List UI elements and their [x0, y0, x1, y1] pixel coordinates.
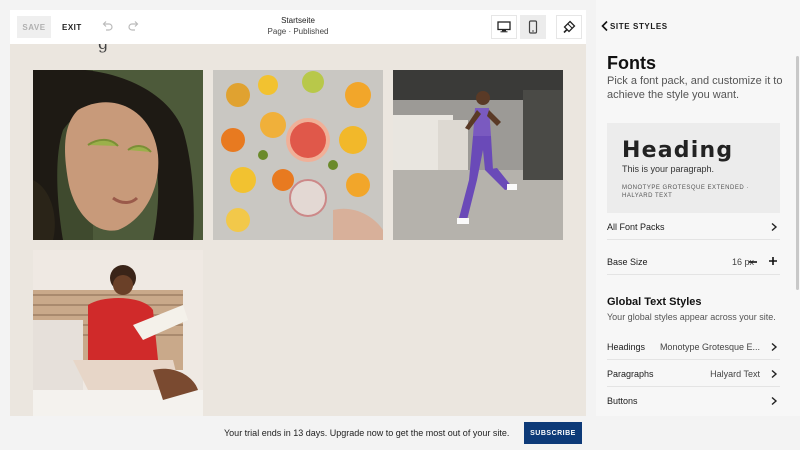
- save-button[interactable]: SAVE: [17, 16, 51, 38]
- panel-header-title[interactable]: SITE STYLES: [610, 22, 668, 31]
- chevron-right-icon: [771, 396, 778, 406]
- chevron-right-icon: [771, 342, 778, 352]
- headings-label: Headings: [607, 341, 646, 352]
- mobile-icon: [528, 20, 538, 34]
- desktop-icon: [497, 21, 511, 33]
- preview-font-names: MONOTYPE GROTESQUE EXTENDED · HALYARD TE…: [622, 185, 749, 199]
- site-styles-panel: SITE STYLES Fonts Pick a font pack, and …: [596, 0, 800, 416]
- all-font-packs-label: All Font Packs: [607, 221, 665, 232]
- trial-message: Your trial ends in 13 days. Upgrade now …: [224, 428, 510, 438]
- plus-icon[interactable]: [768, 256, 778, 266]
- editor-toolbar: SAVE EXIT Startseite Page · Published: [10, 10, 586, 44]
- panel-header[interactable]: SITE STYLES: [596, 0, 800, 44]
- gallery-image-portrait[interactable]: [33, 70, 203, 240]
- trial-banner: Your trial ends in 13 days. Upgrade now …: [0, 416, 800, 450]
- exit-button[interactable]: EXIT: [62, 16, 82, 38]
- panel-subtitle: Pick a font pack, and customize it to ac…: [607, 75, 783, 101]
- chevron-right-icon: [771, 222, 778, 232]
- paragraphs-label: Paragraphs: [607, 368, 654, 379]
- font-pack-preview[interactable]: Heading This is your paragraph. MONOTYPE…: [607, 123, 780, 213]
- buttons-label: Buttons: [607, 396, 638, 406]
- headings-value: Monotype Grotesque E...: [659, 341, 760, 352]
- page-canvas[interactable]: g: [10, 44, 586, 416]
- editor-area: SAVE EXIT Startseite Page · Published: [0, 0, 596, 416]
- gallery-image-citrus[interactable]: [213, 70, 383, 240]
- buttons-row[interactable]: Buttons: [607, 388, 780, 414]
- panel-title: Fonts: [607, 53, 656, 73]
- redo-icon[interactable]: [127, 19, 141, 33]
- gallery-image-reader[interactable]: [33, 250, 203, 416]
- mobile-view-button[interactable]: [520, 15, 546, 39]
- paragraphs-row[interactable]: Paragraphs Halyard Text: [607, 361, 780, 387]
- global-text-styles-subtitle: Your global styles appear across your si…: [607, 312, 776, 322]
- desktop-view-button[interactable]: [491, 15, 517, 39]
- all-font-packs-row[interactable]: All Font Packs: [607, 214, 780, 240]
- panel-scrollbar[interactable]: [796, 56, 799, 290]
- preview-heading: Heading: [622, 138, 734, 163]
- headings-row[interactable]: Headings Monotype Grotesque E...: [607, 334, 780, 360]
- base-size-row: Base Size 16 px: [607, 249, 780, 275]
- paragraphs-value: Halyard Text: [710, 368, 760, 379]
- base-size-label: Base Size: [607, 256, 648, 267]
- undo-icon[interactable]: [100, 19, 114, 33]
- subscribe-button[interactable]: SUBSCRIBE: [524, 422, 582, 444]
- global-text-styles-title: Global Text Styles: [607, 296, 702, 308]
- preview-paragraph: This is your paragraph.: [622, 164, 715, 174]
- minus-icon[interactable]: [748, 257, 758, 267]
- editor-app: SAVE EXIT Startseite Page · Published SI…: [0, 0, 800, 450]
- paint-brush-icon: [563, 20, 576, 34]
- chevron-left-icon[interactable]: [600, 20, 610, 32]
- clipped-heading: g: [98, 44, 108, 53]
- site-styles-button[interactable]: [556, 15, 582, 39]
- chevron-right-icon: [771, 369, 778, 379]
- gallery-image-runner[interactable]: [393, 70, 563, 240]
